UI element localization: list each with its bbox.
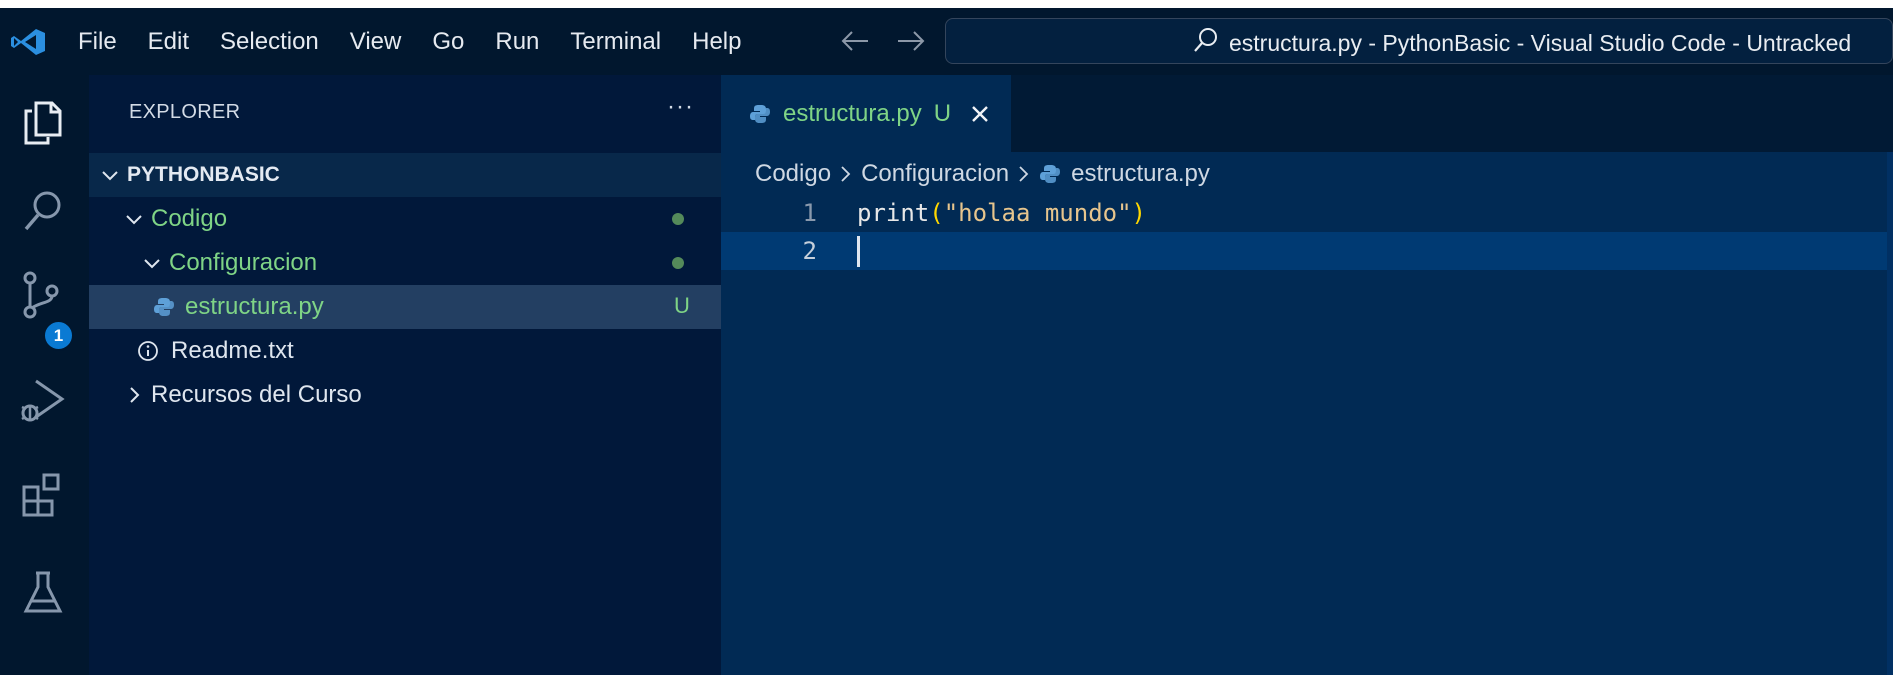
tab-estructura[interactable]: estructura.py U xyxy=(721,75,1011,152)
tree-item-label: Configuracion xyxy=(169,249,318,276)
back-arrow-icon[interactable] xyxy=(838,26,872,63)
code-token-function: print xyxy=(857,199,930,227)
modified-dot-icon xyxy=(672,257,684,269)
forward-arrow-icon[interactable] xyxy=(894,26,928,63)
breadcrumb: Codigo Configuracion estructura.py xyxy=(755,160,1210,188)
menu-file[interactable]: File xyxy=(78,28,117,56)
menu-bar: File Edit Selection View Go Run Terminal… xyxy=(78,8,772,75)
code-line[interactable]: 1 print("holaa mundo") xyxy=(721,194,1893,232)
chevron-right-icon xyxy=(837,164,855,184)
modified-dot-icon xyxy=(672,213,684,225)
menu-help[interactable]: Help xyxy=(692,28,741,56)
menu-edit[interactable]: Edit xyxy=(148,28,189,56)
editor-scrollbar[interactable] xyxy=(1887,152,1893,675)
code-token-paren: ) xyxy=(1131,199,1146,227)
tree-item-estructura[interactable]: estructura.py U xyxy=(89,285,721,329)
tree-item-codigo[interactable]: Codigo xyxy=(89,197,721,241)
menu-run[interactable]: Run xyxy=(495,28,539,56)
explorer-sidebar: EXPLORER ··· PYTHONBASIC Codigo Configur… xyxy=(89,75,721,675)
tab-untracked-status: U xyxy=(933,99,952,127)
tree-item-label: Recursos del Curso xyxy=(151,381,362,408)
untracked-status: U xyxy=(674,293,690,318)
activity-bar: 1 xyxy=(0,75,89,675)
line-number: 1 xyxy=(802,199,817,227)
menu-view[interactable]: View xyxy=(350,28,402,56)
text-cursor xyxy=(857,236,860,267)
tab-label: estructura.py xyxy=(783,99,922,127)
menu-go[interactable]: Go xyxy=(432,28,464,56)
run-debug-icon[interactable] xyxy=(18,375,68,427)
chevron-down-icon xyxy=(99,164,121,186)
command-center-search[interactable]: estructura.py - PythonBasic - Visual Stu… xyxy=(945,18,1893,64)
line-number: 2 xyxy=(802,237,817,265)
workspace-root-label: PYTHONBASIC xyxy=(127,163,280,186)
tree-item-configuracion[interactable]: Configuracion xyxy=(89,241,721,285)
breadcrumb-item-configuracion[interactable]: Configuracion xyxy=(861,160,1009,188)
vscode-logo-icon xyxy=(10,28,46,56)
code-line-current[interactable]: 2 xyxy=(721,232,1893,270)
navigation-arrows xyxy=(838,26,928,63)
editor-tabs: estructura.py U xyxy=(721,75,1893,152)
tree-item-readme[interactable]: Readme.txt xyxy=(89,329,721,373)
title-bar: File Edit Selection View Go Run Terminal… xyxy=(0,8,1893,75)
tree-item-label: Readme.txt xyxy=(171,337,294,364)
vscode-window: File Edit Selection View Go Run Terminal… xyxy=(0,8,1893,675)
code-text[interactable]: print("holaa mundo") xyxy=(857,199,1146,227)
source-control-icon[interactable] xyxy=(18,269,68,321)
tree-item-label: estructura.py xyxy=(185,293,324,320)
info-icon xyxy=(137,340,159,362)
editor-area: estructura.py U Codigo Configuracion est… xyxy=(721,75,1893,675)
workspace-root[interactable]: PYTHONBASIC xyxy=(89,153,721,197)
chevron-right-icon xyxy=(1015,164,1033,184)
code-token-paren: ( xyxy=(929,199,944,227)
testing-icon[interactable] xyxy=(18,567,68,619)
explorer-icon[interactable] xyxy=(18,97,68,149)
explorer-header: EXPLORER xyxy=(129,101,241,123)
window-title: estructura.py - PythonBasic - Visual Stu… xyxy=(1229,29,1852,56)
source-control-badge: 1 xyxy=(43,320,74,351)
breadcrumb-item-codigo[interactable]: Codigo xyxy=(755,160,831,188)
menu-terminal[interactable]: Terminal xyxy=(570,28,661,56)
search-icon xyxy=(1191,25,1221,61)
tree-item-label: Codigo xyxy=(151,205,228,232)
chevron-down-icon xyxy=(123,208,145,230)
chevron-down-icon xyxy=(141,252,163,274)
search-icon[interactable] xyxy=(18,185,68,237)
close-icon[interactable] xyxy=(969,103,991,125)
chevron-right-icon xyxy=(123,384,145,406)
extensions-icon[interactable] xyxy=(18,469,68,521)
python-file-icon xyxy=(1039,163,1061,185)
more-actions-button[interactable]: ··· xyxy=(667,93,694,121)
python-file-icon xyxy=(153,296,175,318)
tree-item-recursos[interactable]: Recursos del Curso xyxy=(89,373,721,417)
code-token-string: "holaa mundo" xyxy=(943,199,1132,227)
python-file-icon xyxy=(749,103,771,125)
breadcrumb-item-estructura[interactable]: estructura.py xyxy=(1071,160,1210,188)
menu-selection[interactable]: Selection xyxy=(220,28,319,56)
